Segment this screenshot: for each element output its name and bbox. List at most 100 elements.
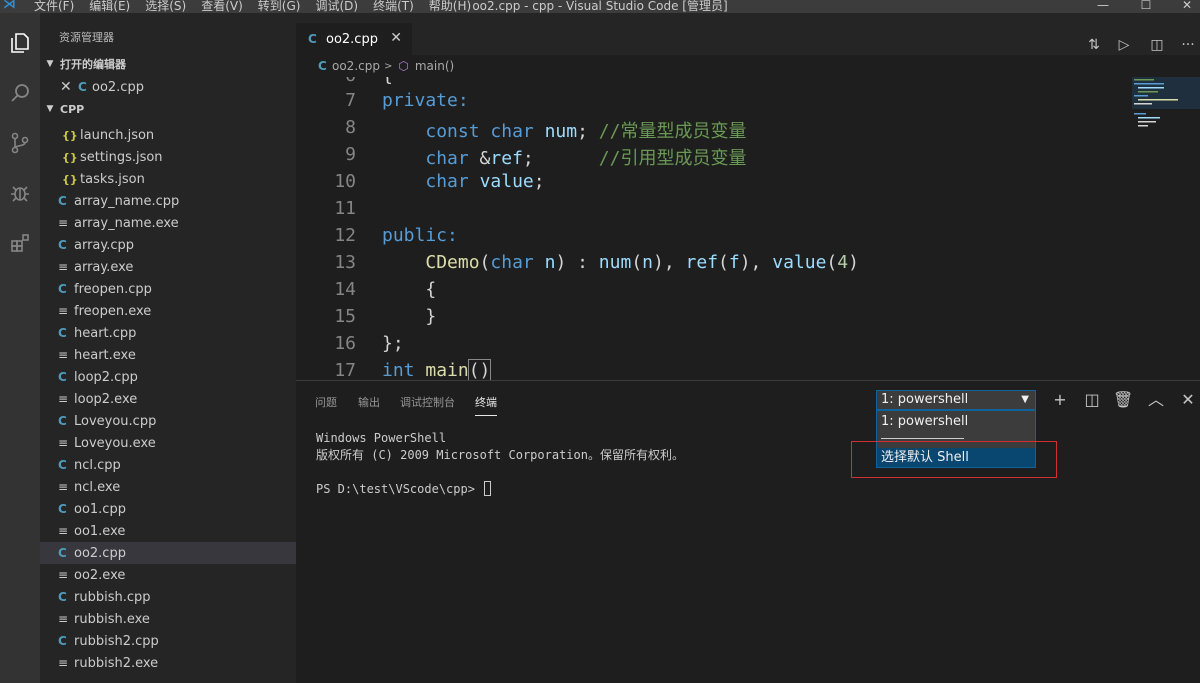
tab-output[interactable]: 输出 [358, 394, 380, 410]
cpp-file-icon: C [58, 238, 67, 252]
cpp-file-icon: C [58, 458, 67, 472]
code-line: 7 private: [345, 90, 469, 111]
highlight-annotation [851, 441, 1057, 478]
file-item[interactable]: {} tasks.json [40, 168, 296, 190]
file-item[interactable]: ≡ heart.exe [40, 344, 296, 366]
exe-file-icon: ≡ [58, 436, 69, 450]
file-label: array.exe [74, 259, 134, 275]
file-label: ncl.cpp [74, 457, 121, 473]
menu-edit[interactable]: 编辑(E) [89, 0, 130, 13]
file-label: rubbish2.cpp [74, 633, 159, 649]
close-window-button[interactable]: ✕ [1172, 0, 1200, 12]
json-file-icon: {} [62, 150, 78, 164]
file-item[interactable]: Cloop2.cpp [40, 366, 296, 388]
folder-header-cpp[interactable]: ▼ CPP [40, 98, 296, 120]
more-actions-icon[interactable]: ··· [1178, 37, 1198, 57]
minimap[interactable] [1132, 77, 1200, 380]
file-item[interactable]: Carray_name.cpp [40, 190, 296, 212]
file-item[interactable]: Cfreopen.cpp [40, 278, 296, 300]
file-item[interactable]: ≡ rubbish2.exe [40, 652, 296, 674]
file-item[interactable]: Cncl.cpp [40, 454, 296, 476]
menu-terminal[interactable]: 终端(T) [373, 0, 414, 13]
tab-oo2-cpp[interactable]: C oo2.cpp ✕ [296, 23, 412, 55]
file-item[interactable]: Coo1.cpp [40, 498, 296, 520]
file-item[interactable]: ≡ ncl.exe [40, 476, 296, 498]
file-item[interactable]: ≡ Loveyou.exe [40, 432, 296, 454]
file-item[interactable]: ≡ array_name.exe [40, 212, 296, 234]
file-label: freopen.exe [74, 303, 152, 319]
extensions-icon[interactable] [0, 223, 40, 263]
terminal-line: 版权所有 (C) 2009 Microsoft Corporation。保留所有… [316, 448, 684, 462]
menu-debug[interactable]: 调试(D) [315, 0, 358, 13]
file-item[interactable]: ≡ freopen.exe [40, 300, 296, 322]
compare-changes-icon[interactable]: ⇅ [1084, 37, 1104, 57]
debug-icon[interactable] [0, 173, 40, 213]
menu-selection[interactable]: 选择(S) [145, 0, 186, 13]
tab-terminal[interactable]: 终端 [475, 394, 497, 416]
file-item[interactable]: Crubbish.cpp [40, 586, 296, 608]
menu-file[interactable]: 文件(F) [34, 0, 74, 13]
split-editor-icon[interactable]: ◫ [1147, 37, 1167, 57]
file-label: loop2.exe [74, 391, 138, 407]
file-item[interactable]: Cheart.cpp [40, 322, 296, 344]
run-icon[interactable]: ▷ [1114, 37, 1134, 57]
exe-file-icon: ≡ [58, 480, 69, 494]
file-label: freopen.cpp [74, 281, 152, 297]
exe-file-icon: ≡ [58, 304, 69, 318]
tab-problems[interactable]: 问题 [315, 394, 337, 410]
terminal-select[interactable]: 1: powershell ▼ [876, 390, 1036, 410]
exe-file-icon: ≡ [58, 656, 69, 670]
cpp-file-icon: C [78, 80, 87, 94]
sidebar-title: 资源管理器 [59, 31, 114, 44]
menu-view[interactable]: 查看(V) [201, 0, 243, 13]
file-item[interactable]: Crubbish2.cpp [40, 630, 296, 652]
open-editor-item[interactable]: ✕ C oo2.cpp [40, 76, 296, 98]
menu-bar: 文件(F) 编辑(E) 选择(S) 查看(V) 转到(G) 调试(D) 终端(T… [34, 0, 486, 13]
code-line: 12 public: [334, 225, 458, 246]
file-item[interactable]: Coo2.cpp [40, 542, 296, 564]
editor-tab-bar: C oo2.cpp ✕ ⇅ ▷ ◫ ··· [296, 13, 1200, 55]
split-terminal-icon[interactable]: ◫ [1082, 390, 1102, 410]
file-item[interactable]: ≡ oo2.exe [40, 564, 296, 586]
close-icon[interactable]: ✕ [60, 79, 78, 95]
breadcrumb-symbol[interactable]: main() [415, 59, 454, 73]
file-item[interactable]: Carray.cpp [40, 234, 296, 256]
chevron-up-icon[interactable]: ︿ [1146, 390, 1166, 410]
file-label: oo2.cpp [74, 545, 126, 561]
file-label: heart.cpp [74, 325, 137, 341]
breadcrumb-file[interactable]: oo2.cpp [332, 59, 380, 73]
close-panel-icon[interactable]: ✕ [1178, 390, 1198, 410]
open-editors-header[interactable]: ▼ 打开的编辑器 [40, 53, 296, 75]
file-item[interactable]: {} settings.json [40, 146, 296, 168]
search-icon[interactable] [0, 73, 40, 113]
menu-help[interactable]: 帮助(H) [429, 0, 471, 13]
maximize-button[interactable]: ☐ [1131, 0, 1161, 12]
file-label: ncl.exe [74, 479, 121, 495]
file-item[interactable]: ≡ array.exe [40, 256, 296, 278]
breadcrumb: C oo2.cpp > ⬡ main() [296, 55, 1200, 77]
vscode-logo-icon: ⋊ [3, 0, 16, 12]
dropdown-separator [881, 438, 964, 439]
code-line: 14 { [334, 279, 437, 300]
new-terminal-icon[interactable]: + [1050, 390, 1070, 410]
explorer-icon[interactable] [0, 23, 40, 63]
terminal-output[interactable]: Windows PowerShell 版权所有 (C) 2009 Microsof… [316, 430, 684, 498]
terminal-cursor [484, 481, 492, 496]
file-item[interactable]: ≡ rubbish.exe [40, 608, 296, 630]
file-label: rubbish.exe [74, 611, 150, 627]
tab-debug-console[interactable]: 调试控制台 [400, 394, 455, 410]
code-editor[interactable]: 6 { 7 private: 8 const char num; //常量型成员… [296, 77, 1132, 380]
file-item[interactable]: ≡ oo1.exe [40, 520, 296, 542]
close-tab-icon[interactable]: ✕ [390, 30, 402, 46]
cpp-file-icon: C [58, 370, 67, 384]
source-control-icon[interactable] [0, 123, 40, 163]
file-label: oo1.cpp [74, 501, 126, 517]
file-item[interactable]: C Loveyou.cpp [40, 410, 296, 432]
menu-go[interactable]: 转到(G) [258, 0, 301, 13]
minimize-button[interactable]: — [1088, 0, 1118, 12]
dropdown-option-powershell[interactable]: 1: powershell [881, 414, 968, 429]
trash-icon[interactable]: 🗑 [1113, 390, 1133, 410]
file-item[interactable]: ≡ loop2.exe [40, 388, 296, 410]
file-item[interactable]: {} launch.json [40, 124, 296, 146]
